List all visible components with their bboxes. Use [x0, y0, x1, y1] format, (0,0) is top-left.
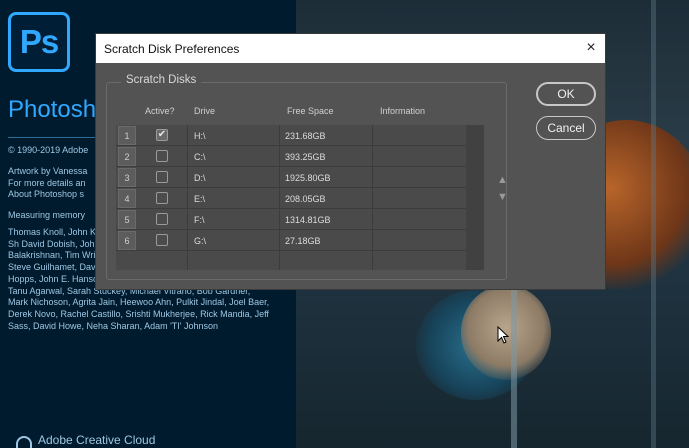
- active-checkbox[interactable]: [156, 234, 168, 246]
- artwork-line: For more details an: [8, 177, 86, 188]
- table-row[interactable]: 1 ✔ H:\ 231.68GB: [116, 125, 466, 146]
- free-space: 208.05GB: [285, 194, 326, 204]
- status-text: Measuring memory: [8, 210, 86, 220]
- drive-letter: C:\: [194, 152, 206, 162]
- copyright-text: © 1990-2019 Adobe: [8, 145, 89, 155]
- artwork-credit: Artwork by Vanessa For more details an A…: [8, 166, 87, 201]
- row-number: 1: [118, 126, 136, 145]
- dialog-titlebar[interactable]: Scratch Disk Preferences ×: [96, 34, 605, 63]
- cancel-button[interactable]: Cancel: [536, 116, 596, 140]
- column-header-active: Active?: [145, 106, 175, 116]
- group-label: Scratch Disks: [121, 74, 202, 86]
- artwork-line: About Photoshop s: [8, 189, 85, 200]
- scratch-disk-dialog: Scratch Disk Preferences × Scratch Disks…: [95, 33, 606, 290]
- active-checkbox[interactable]: ✔: [156, 129, 168, 141]
- column-header-drive: Drive: [194, 106, 216, 116]
- free-space: 1925.80GB: [285, 173, 331, 183]
- column-header-free-space: Free Space: [287, 106, 334, 116]
- active-checkbox[interactable]: [156, 171, 168, 183]
- active-checkbox[interactable]: [156, 213, 168, 225]
- free-space: 27.18GB: [285, 236, 321, 246]
- table-row[interactable]: 4 E:\ 208.05GB: [116, 188, 466, 209]
- table-row[interactable]: 5 F:\ 1314.81GB: [116, 209, 466, 230]
- move-down-icon[interactable]: ▼: [497, 191, 508, 203]
- row-number: 5: [118, 210, 136, 229]
- creative-cloud-footer: Adobe Creative Cloud: [16, 433, 155, 447]
- free-space: 1314.81GB: [285, 215, 331, 225]
- creative-cloud-label: Adobe Creative Cloud: [38, 433, 156, 447]
- table-row[interactable]: 3 D:\ 1925.80GB: [116, 167, 466, 188]
- row-number: 3: [118, 168, 136, 187]
- active-checkbox[interactable]: [156, 192, 168, 204]
- scratch-disk-table: 1 ✔ H:\ 231.68GB 2 C:\ 393.25GB 3 D:\ 19…: [116, 125, 484, 270]
- drive-letter: G:\: [194, 236, 207, 246]
- free-space: 393.25GB: [285, 152, 326, 162]
- drive-letter: E:\: [194, 194, 206, 204]
- drive-letter: H:\: [194, 131, 206, 141]
- move-up-icon[interactable]: ▲: [497, 174, 508, 186]
- table-rows: 1 ✔ H:\ 231.68GB 2 C:\ 393.25GB 3 D:\ 19…: [116, 125, 466, 251]
- row-number: 2: [118, 147, 136, 166]
- mouse-cursor-icon: [497, 326, 509, 344]
- active-checkbox[interactable]: [156, 150, 168, 162]
- photoshop-logo: Ps: [8, 12, 70, 72]
- splash-divider: [8, 137, 98, 138]
- row-number: 4: [118, 189, 136, 208]
- artwork-pole: [651, 0, 656, 448]
- table-scrollbar[interactable]: [466, 125, 484, 270]
- close-icon[interactable]: ×: [581, 38, 601, 58]
- table-row[interactable]: 2 C:\ 393.25GB: [116, 146, 466, 167]
- free-space: 231.68GB: [285, 131, 326, 141]
- drive-letter: D:\: [194, 173, 206, 183]
- dialog-title: Scratch Disk Preferences: [104, 42, 240, 56]
- artwork-line: Artwork by Vanessa: [8, 166, 88, 176]
- table-row[interactable]: 6 G:\ 27.18GB: [116, 230, 466, 251]
- column-header-information: Information: [380, 106, 426, 116]
- row-number: 6: [118, 231, 136, 250]
- drive-letter: F:\: [194, 215, 205, 225]
- ok-button[interactable]: OK: [536, 82, 596, 106]
